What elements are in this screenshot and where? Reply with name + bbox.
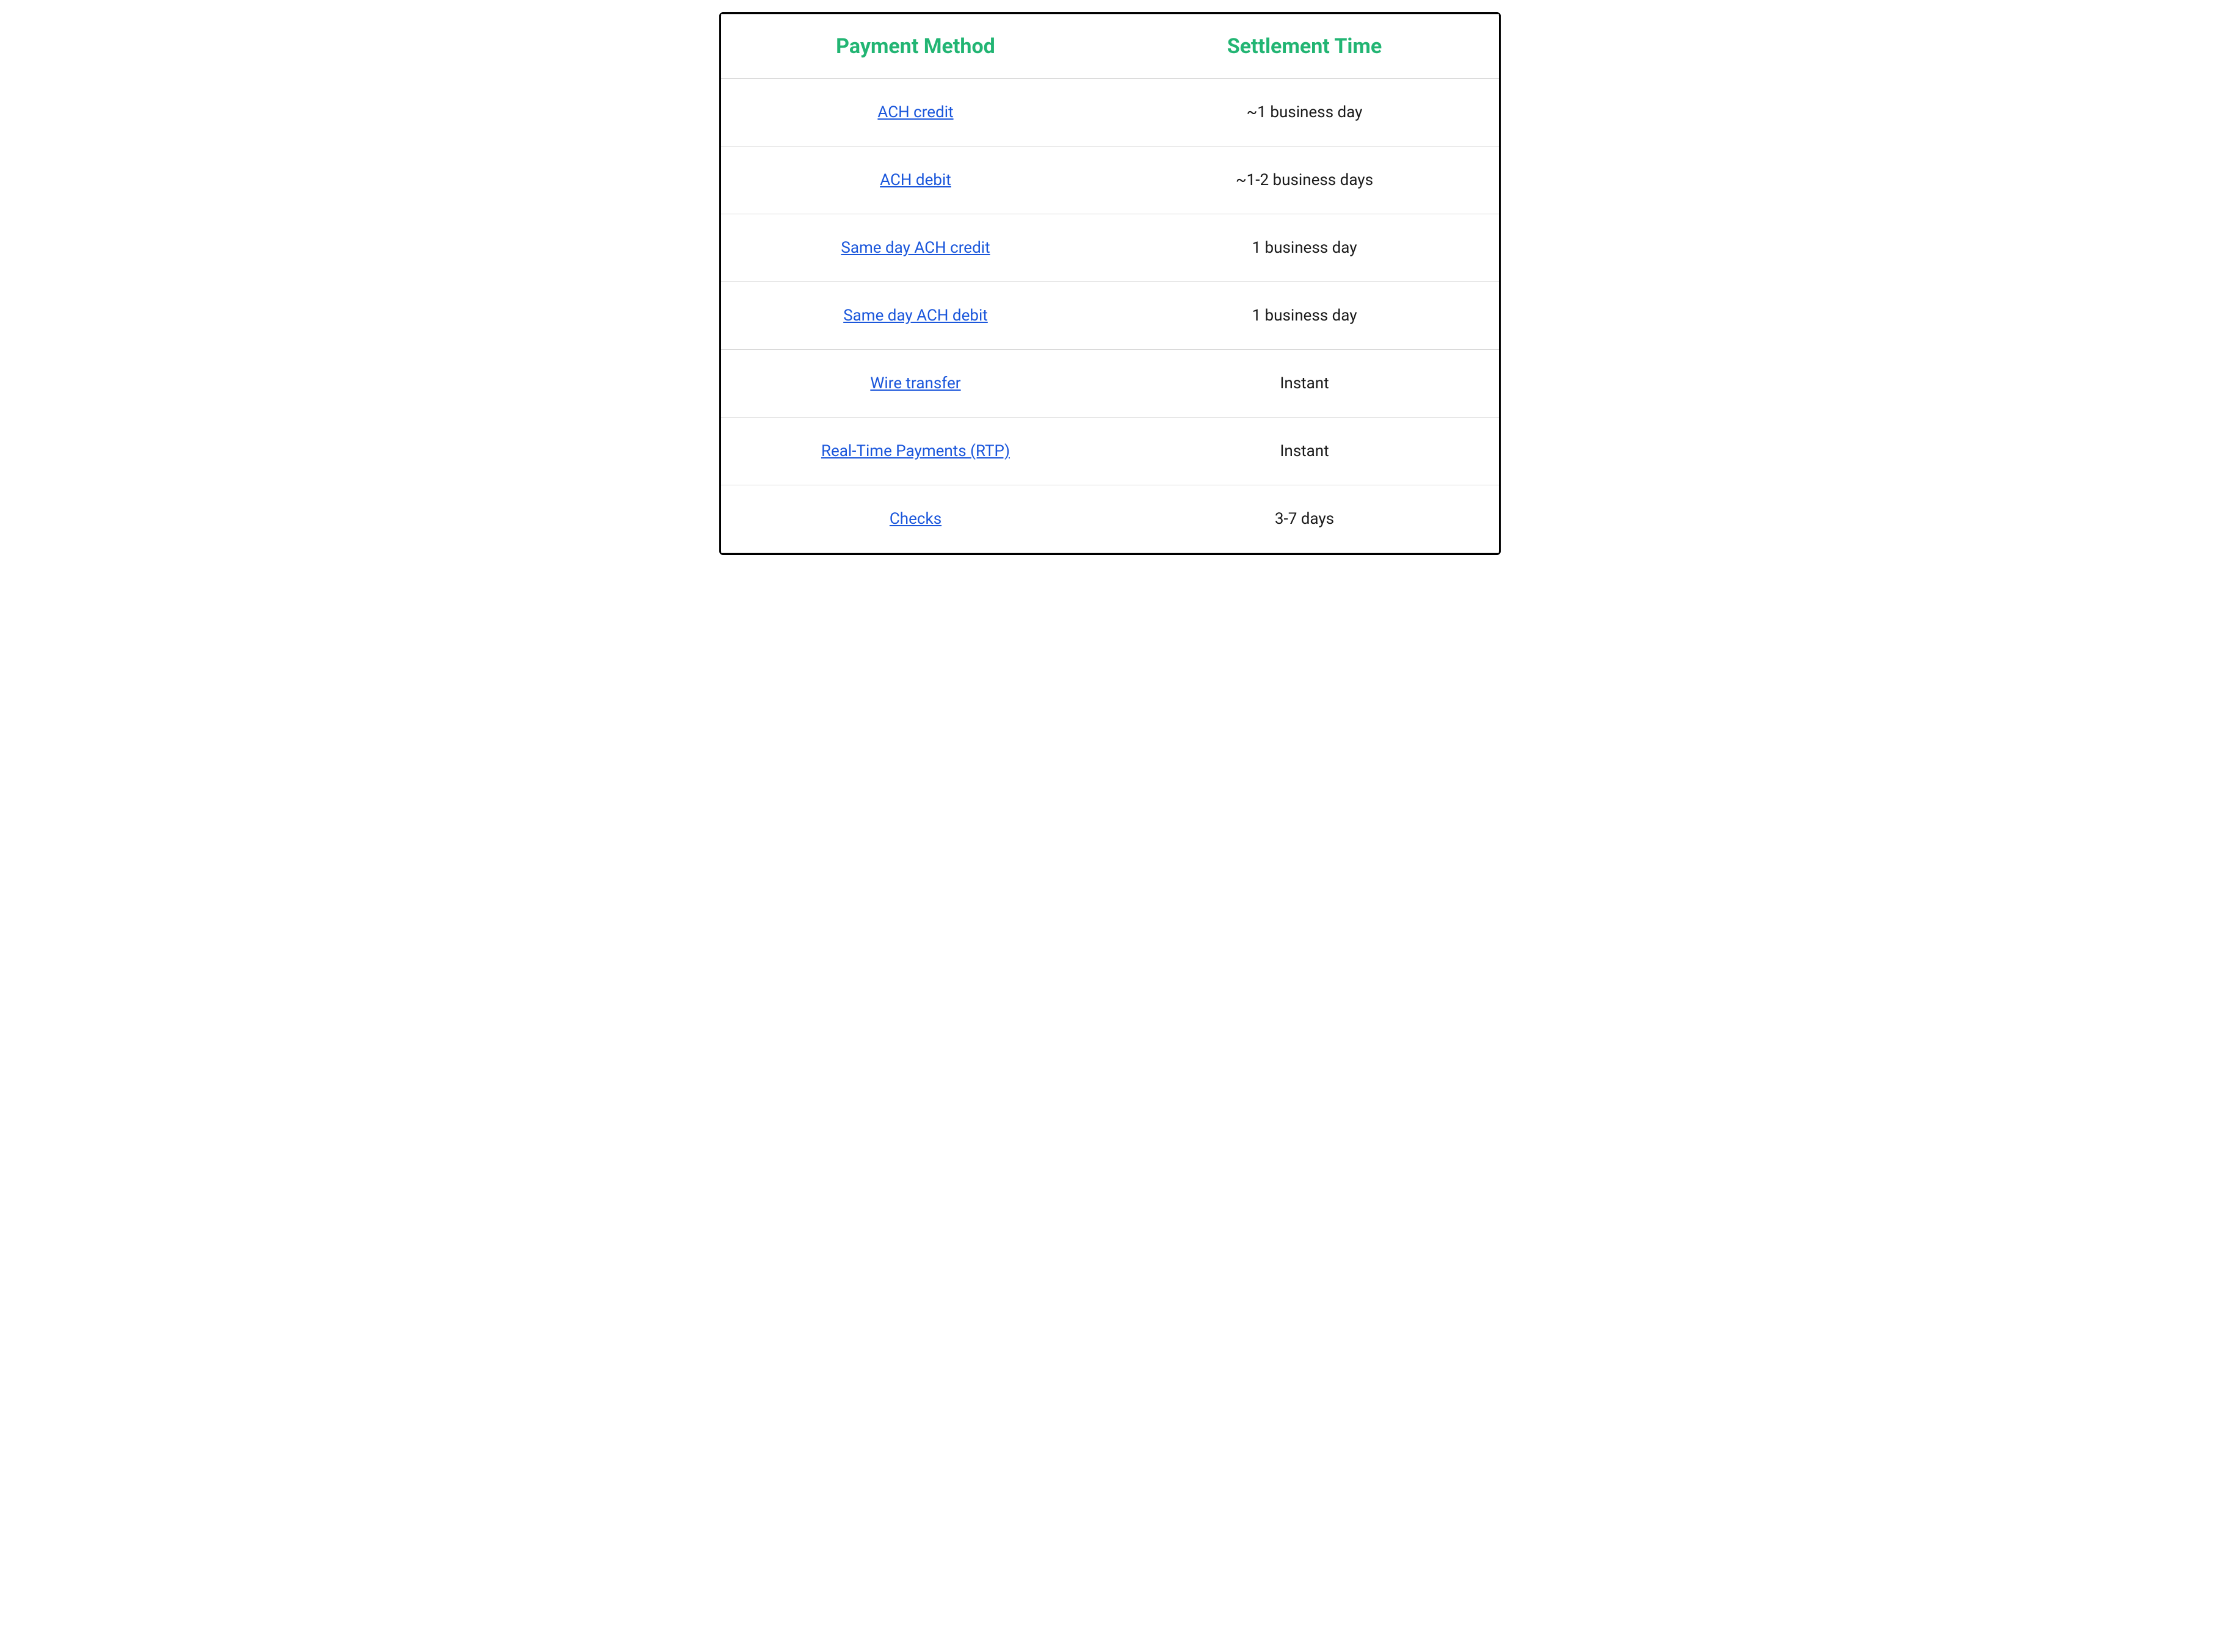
payment-method-cell: ACH debit [721, 147, 1110, 214]
table-row: Same day ACH credit 1 business day [721, 214, 1499, 282]
table-row: Wire transfer Instant [721, 350, 1499, 418]
settlement-time-cell: ~1-2 business days [1110, 147, 1499, 214]
payment-method-link-ach-credit[interactable]: ACH credit [877, 103, 953, 121]
payment-method-link-wire-transfer[interactable]: Wire transfer [870, 374, 960, 393]
payment-methods-table: Payment Method Settlement Time ACH credi… [721, 14, 1499, 553]
table-row: Checks 3-7 days [721, 485, 1499, 553]
table-row: Real-Time Payments (RTP) Instant [721, 418, 1499, 485]
payment-method-cell: ACH credit [721, 79, 1110, 147]
table-row: ACH debit ~1-2 business days [721, 147, 1499, 214]
header-settlement-time: Settlement Time [1110, 15, 1499, 79]
settlement-time-cell: Instant [1110, 418, 1499, 485]
settlement-time-cell: 1 business day [1110, 214, 1499, 282]
payment-method-link-rtp[interactable]: Real-Time Payments (RTP) [821, 442, 1010, 460]
settlement-time-cell: 3-7 days [1110, 485, 1499, 553]
settlement-time-cell: Instant [1110, 350, 1499, 418]
payment-method-link-same-day-ach-debit[interactable]: Same day ACH debit [843, 306, 988, 325]
payment-method-cell: Same day ACH debit [721, 282, 1110, 350]
table-header-row: Payment Method Settlement Time [721, 15, 1499, 79]
payment-method-link-ach-debit[interactable]: ACH debit [880, 171, 951, 189]
table-row: Same day ACH debit 1 business day [721, 282, 1499, 350]
payment-method-link-checks[interactable]: Checks [890, 510, 941, 528]
table-row: ACH credit ~1 business day [721, 79, 1499, 147]
payment-methods-table-container: Payment Method Settlement Time ACH credi… [719, 12, 1501, 555]
header-payment-method: Payment Method [721, 15, 1110, 79]
settlement-time-cell: ~1 business day [1110, 79, 1499, 147]
payment-method-cell: Real-Time Payments (RTP) [721, 418, 1110, 485]
settlement-time-cell: 1 business day [1110, 282, 1499, 350]
payment-method-cell: Wire transfer [721, 350, 1110, 418]
payment-method-cell: Checks [721, 485, 1110, 553]
payment-method-link-same-day-ach-credit[interactable]: Same day ACH credit [841, 239, 990, 257]
payment-method-cell: Same day ACH credit [721, 214, 1110, 282]
